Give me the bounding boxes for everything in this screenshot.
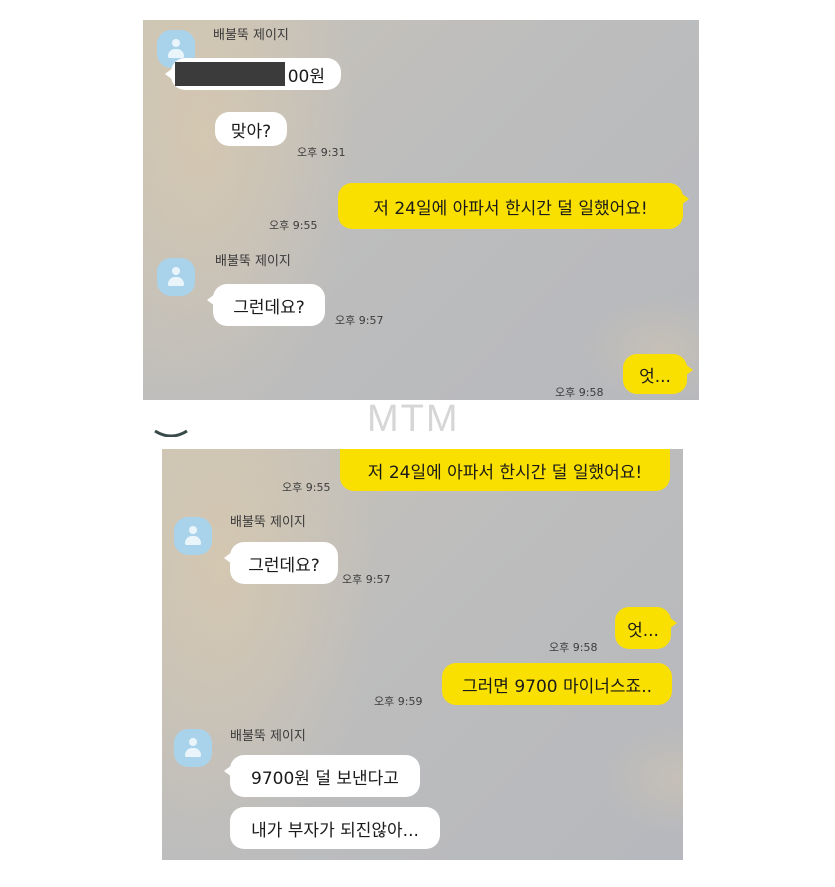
avatar-body	[168, 277, 184, 286]
message-text: 00원	[287, 66, 325, 87]
avatar-head	[172, 39, 180, 47]
message-bubble-rich[interactable]: 내가 부자가 되진않아...	[230, 807, 440, 849]
message-text: 9700원 덜 보낸다고	[251, 768, 399, 789]
avatar-body	[168, 49, 184, 58]
message-timestamp: 오후 9:57	[342, 573, 391, 586]
profile-avatar[interactable]	[174, 729, 212, 767]
message-bubble-sick[interactable]: 저 24일에 아파서 한시간 덜 일했어요!	[340, 449, 670, 491]
message-timestamp: 오후 9:58	[555, 386, 604, 399]
sender-name: 배불뚝 제이지	[230, 515, 306, 530]
message-timestamp: 오후 9:59	[374, 695, 423, 708]
message-bubble-so[interactable]: 그런데요?	[207, 284, 325, 326]
message-bubble-eh[interactable]: 엇...	[623, 354, 693, 394]
message-text: 그러면 9700 마이너스죠..	[462, 676, 652, 697]
message-bubble-minus[interactable]: 그러면 9700 마이너스죠..	[442, 663, 672, 705]
message-text: 그런데요?	[233, 297, 305, 318]
decorative-mark-icon	[154, 429, 188, 437]
message-timestamp: 오후 9:55	[269, 219, 318, 232]
message-timestamp: 오후 9:57	[335, 314, 384, 327]
redaction-box	[175, 62, 285, 86]
message-bubble-less[interactable]: 9700원 덜 보낸다고	[224, 755, 420, 797]
avatar-body	[185, 536, 201, 545]
message-bubble-so[interactable]: 그런데요?	[224, 542, 338, 584]
message-text: 엇...	[639, 366, 671, 387]
avatar-head	[189, 526, 197, 534]
sender-name: 배불뚝 제이지	[215, 254, 291, 269]
message-text: 내가 부자가 되진않아...	[251, 820, 419, 841]
profile-avatar[interactable]	[174, 517, 212, 555]
avatar-head	[189, 738, 197, 746]
message-timestamp: 오후 9:55	[282, 481, 331, 494]
sender-name: 배불뚝 제이지	[213, 28, 289, 43]
message-timestamp: 오후 9:31	[297, 146, 346, 159]
watermark: MTM	[367, 398, 460, 440]
message-bubble-eh[interactable]: 엇...	[615, 607, 677, 649]
message-timestamp: 오후 9:58	[549, 641, 598, 654]
message-text: 저 24일에 아파서 한시간 덜 일했어요!	[373, 198, 648, 219]
chat-screenshot-bottom: 저 24일에 아파서 한시간 덜 일했어요! 오후 9:55 배불뚝 제이지 그…	[162, 449, 683, 860]
message-text: 엇...	[627, 620, 659, 641]
message-bubble-right[interactable]: 맞아?	[215, 112, 287, 146]
message-text: 맞아?	[230, 121, 272, 142]
profile-avatar[interactable]	[157, 258, 195, 296]
message-text: 저 24일에 아파서 한시간 덜 일했어요!	[367, 462, 643, 483]
message-bubble-sick[interactable]: 저 24일에 아파서 한시간 덜 일했어요!	[338, 183, 689, 229]
chat-screenshot-top: 배불뚝 제이지 00원 맞아? 오후 9:31 저 24일에 아파서 한시간 덜…	[143, 20, 699, 400]
sender-name: 배불뚝 제이지	[230, 729, 306, 744]
avatar-head	[172, 267, 180, 275]
avatar-body	[185, 748, 201, 757]
message-text: 그런데요?	[248, 555, 320, 576]
